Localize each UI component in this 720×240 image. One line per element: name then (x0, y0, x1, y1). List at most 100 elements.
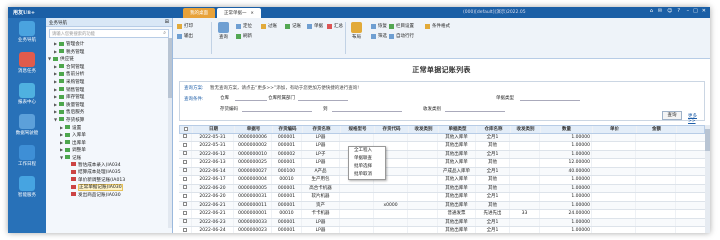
module-0[interactable]: 业务导航 (10, 21, 44, 49)
table-row[interactable]: 2022-05-31 0000000002 000001 LP器 其他出库单 其他 1.00… (179, 142, 705, 151)
table-scroll-thumb[interactable] (705, 129, 710, 151)
message-icon[interactable]: ✉ (658, 8, 662, 14)
table-row[interactable]: 2022-06-17 0000000004 00010 生产用包 其他入库单 其他 1.00… (179, 176, 705, 185)
summary-button[interactable]: 汇总 (327, 23, 343, 29)
select-all-checkbox[interactable] (180, 126, 193, 133)
nav-tree-item[interactable]: 暂估成本录入(IA034 (48, 162, 172, 170)
export-button[interactable]: 输出 (177, 33, 193, 39)
module-5[interactable]: 智能服务 (10, 176, 44, 204)
nav-tree-item[interactable]: 结算成本处理(IA035 (48, 169, 172, 177)
table-row[interactable]: 2022-06-14 0000000027 000100 A产品 产成品入库单 全月1 40… (179, 167, 705, 176)
row-checkbox[interactable] (179, 210, 192, 218)
row-checkbox[interactable] (179, 201, 192, 209)
locate-button[interactable]: 定位 (236, 23, 252, 29)
restore-button[interactable]: 恢复 (371, 23, 387, 29)
tab-desktop[interactable]: 我的桌面 (183, 8, 215, 18)
help-icon[interactable]: ? (677, 8, 680, 14)
bookkeep-button[interactable]: 记账 (285, 23, 301, 29)
receive-type-field[interactable] (445, 106, 505, 112)
row-checkbox[interactable] (179, 150, 192, 158)
nav-tree-item[interactable]: ▶ 质量管理 (48, 101, 172, 109)
context-menu-item[interactable]: 全工程入 (349, 147, 385, 155)
table-scrollbar[interactable] (705, 125, 710, 233)
row-checkbox[interactable] (179, 133, 192, 141)
row-checkbox[interactable] (179, 184, 192, 192)
print-button[interactable]: 打印 (177, 23, 193, 29)
row-checkbox[interactable] (179, 159, 192, 167)
dept-field[interactable] (298, 95, 348, 101)
query-submit-button[interactable]: 查询 (662, 111, 682, 120)
minimize-icon[interactable]: – (687, 8, 690, 14)
nav-tree-item[interactable]: ▼ 记账 (48, 154, 172, 162)
nav-tree-item[interactable]: ▼ 供应链 (48, 55, 172, 63)
table-row[interactable]: 2022-06-20 0000000031 000001 软片机器 其他出库单 全月1 1.… (179, 193, 705, 202)
nav-tree-item[interactable]: 正常单据记账(IA030 (48, 184, 172, 192)
row-checkbox[interactable] (179, 176, 192, 184)
column-header[interactable]: 存货名称 (303, 126, 341, 133)
module-4[interactable]: 工作日程 (10, 145, 44, 173)
column-header[interactable]: 日期 (193, 126, 235, 133)
nav-tree-item[interactable]: ▶ 售后服务 (48, 108, 172, 116)
row-checkbox[interactable] (179, 167, 192, 175)
auto-row-button[interactable]: 自动行行 (389, 33, 414, 39)
inventory-code-to-field[interactable] (332, 106, 402, 112)
maximize-icon[interactable]: □ (693, 8, 698, 14)
column-header[interactable]: 单价 (593, 126, 637, 133)
nav-tree-item[interactable]: ▶ 设置 (48, 124, 172, 132)
table-row[interactable]: 2022-06-23 0000000033 000001 LP器 其他出库单 全月1 1.0… (179, 218, 705, 227)
table-row[interactable]: 2022-06-24 0000000023 000001 LP器 其他出库单 全月1 1.0… (179, 227, 705, 233)
nav-tree-item[interactable]: 发出商品记账(IA030 (48, 192, 172, 200)
nav-tree-item[interactable]: ▶ 库存管理 (48, 93, 172, 101)
table-row[interactable]: 2022-06-12 0000000010 000002 LP子 其他出库单 全月1 1.0… (179, 150, 705, 159)
layout-button[interactable]: 布局 (351, 22, 362, 40)
column-header[interactable]: 收发类别 (511, 126, 541, 133)
nav-scrollbar[interactable] (168, 38, 172, 228)
column-header[interactable]: 仓库名称 (477, 126, 511, 133)
context-menu-item[interactable]: 单据联查 (349, 155, 385, 163)
nav-tree-item[interactable]: ▶ 销售管理 (48, 86, 172, 94)
row-checkbox[interactable] (179, 218, 192, 226)
nav-tree-item[interactable]: ▶ 入库单 (48, 131, 172, 139)
table-row[interactable]: 2022-06-20 0000000005 000001 高合卡机器 其他出库单 其他 1.… (179, 184, 705, 193)
nav-tree-item[interactable]: ▶ 调整单 (48, 146, 172, 154)
home-icon[interactable]: ⌂ (650, 8, 653, 14)
context-menu-item[interactable]: 批单取消 (349, 171, 385, 179)
refresh-button[interactable]: 刷新 (236, 33, 252, 39)
column-settings-button[interactable]: 栏目设置 (389, 23, 414, 29)
nav-tree-item[interactable]: ▶ 售前分析 (48, 70, 172, 78)
column-header[interactable]: 收发类别 (409, 126, 439, 133)
column-header[interactable]: 单据号 (235, 126, 273, 133)
nav-tree-item[interactable]: ▶ 采购管理 (48, 78, 172, 86)
nav-tree-item[interactable]: ▶ 出库单 (48, 139, 172, 147)
nav-scroll-thumb[interactable] (168, 38, 172, 98)
nav-tree-item[interactable]: ▼ 存货核算 (48, 116, 172, 124)
nav-tree-item[interactable]: 单价新调整记账(IA013 (48, 177, 172, 185)
pin-icon[interactable]: ⊞ (165, 19, 169, 25)
nav-tree-item[interactable]: ▶ 管理会计 (48, 40, 172, 48)
table-row[interactable]: 2022-05-31 0000000006 000001 LP器 其他入库单 全月1 1.0… (179, 133, 705, 142)
nav-tree-item[interactable]: ▶ 合同管理 (48, 63, 172, 71)
warehouse-field[interactable] (235, 95, 267, 101)
nav-tree-item[interactable]: ▶ 税务管理 (48, 48, 172, 56)
module-3[interactable]: 数据驾驶舱 (10, 114, 44, 142)
more-link[interactable]: 更多>> (688, 113, 704, 124)
post-button[interactable]: 过账 (261, 23, 277, 29)
column-header[interactable]: 存货代码 (375, 126, 409, 133)
filter-button[interactable]: 筛选 (371, 33, 387, 39)
user-icon[interactable]: ☺ (667, 8, 672, 14)
column-header[interactable]: 规格型号 (341, 126, 375, 133)
column-header[interactable]: 金额 (637, 126, 677, 133)
table-row[interactable]: 2022-06-21 0000000001 00010 卡卡机器 普通发票 先进先出 33 2… (179, 210, 705, 219)
row-checkbox[interactable] (179, 142, 192, 150)
column-header[interactable]: 存货编码 (273, 126, 303, 133)
voucher-button[interactable]: 单据 (307, 23, 323, 29)
module-1[interactable]: 消息任务 (10, 52, 44, 80)
inventory-code-field[interactable] (242, 106, 312, 112)
tab-normal-voucher[interactable]: 正常单据一 ✕ (217, 8, 261, 18)
voucher-type-field[interactable] (520, 95, 580, 101)
close-window-icon[interactable]: ✕ (702, 8, 706, 14)
context-menu-item[interactable]: 批单选择 (349, 163, 385, 171)
row-checkbox[interactable] (179, 227, 192, 233)
conditional-format-button[interactable]: 条件格式 (425, 23, 450, 29)
nav-search-input[interactable]: 请输入您要搜索的功能 ⌕ (49, 29, 169, 38)
